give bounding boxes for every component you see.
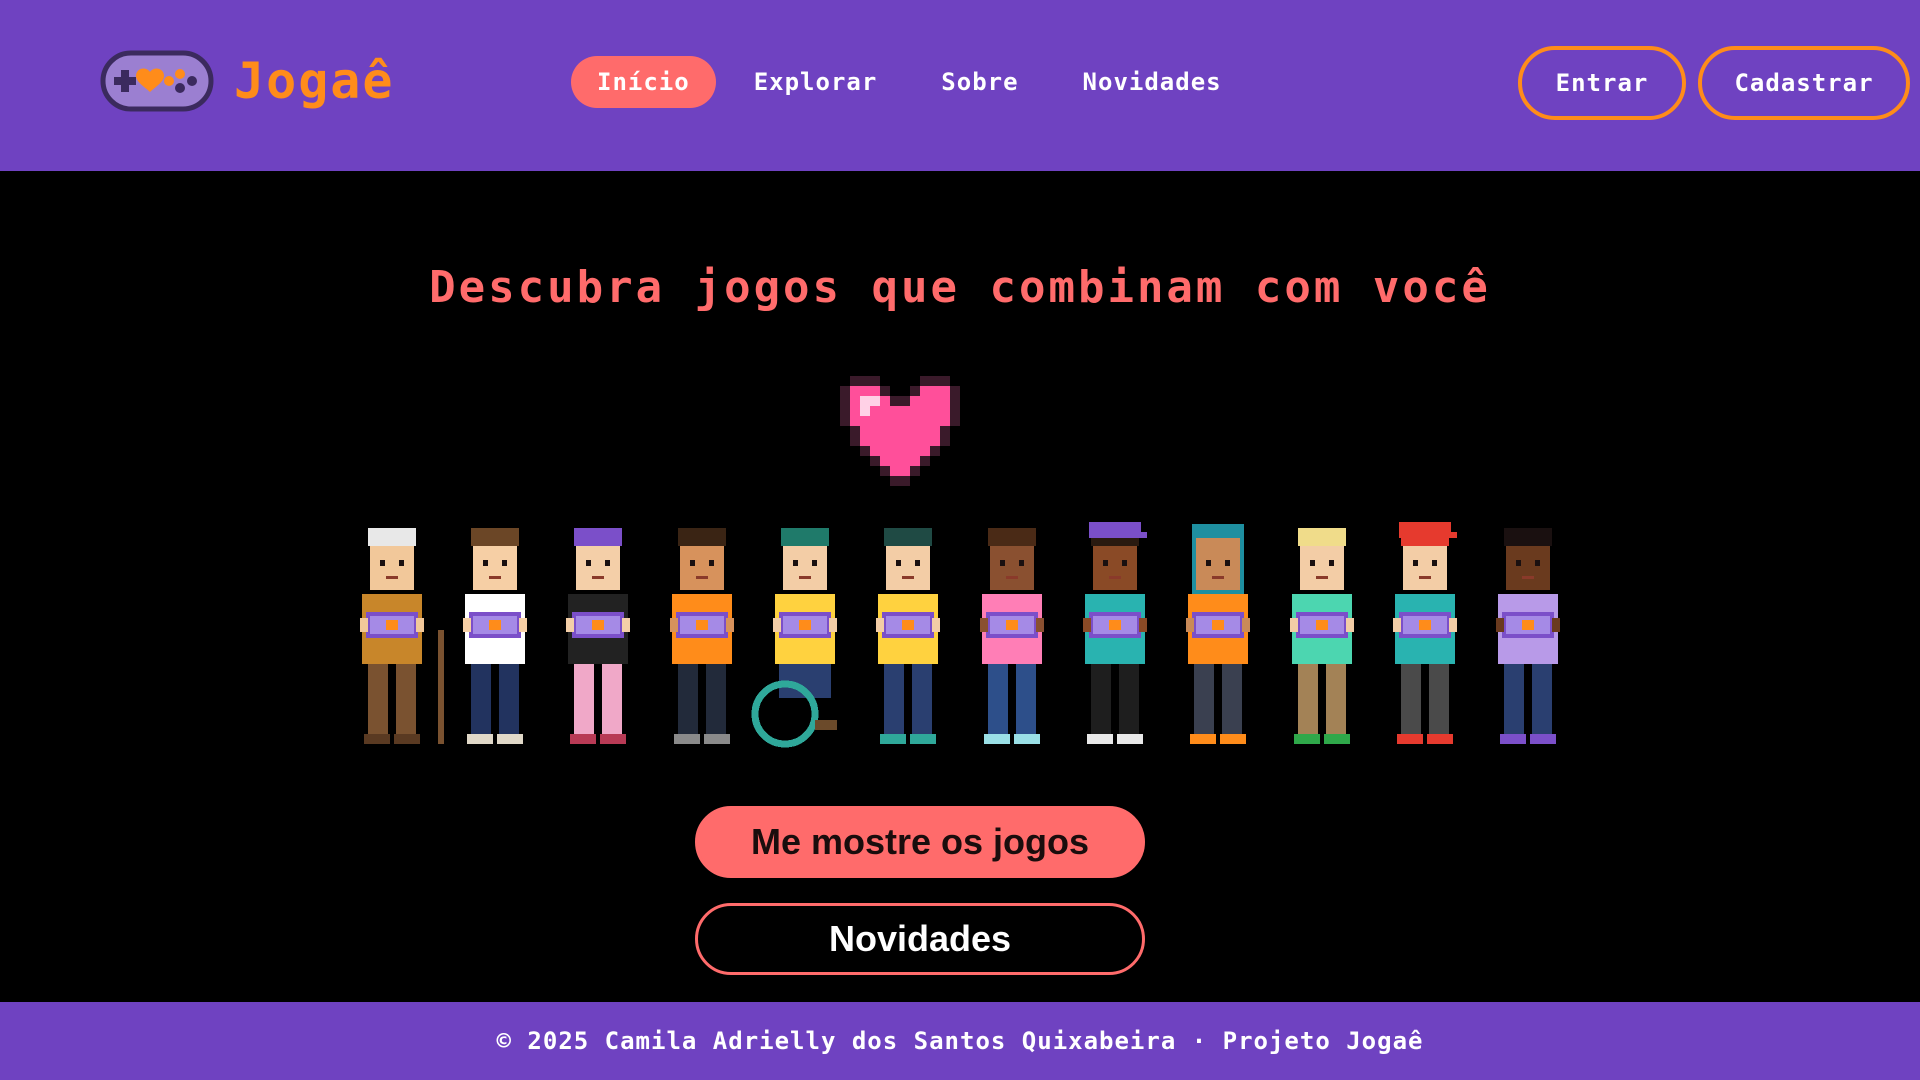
nav-item-sobre[interactable]: Sobre <box>915 56 1044 108</box>
news-button[interactable]: Novidades <box>695 903 1145 975</box>
footer: © 2025 Camila Adrielly dos Santos Quixab… <box>0 1002 1920 1080</box>
main-nav: Início Explorar Sobre Novidades <box>571 56 1254 108</box>
top-navbar: Jogaê Início Explorar Sobre Novidades En… <box>0 0 1920 171</box>
pixel-character <box>751 528 837 748</box>
gamepad-heart-icon <box>100 50 214 112</box>
nav-item-novidades[interactable]: Novidades <box>1057 56 1248 108</box>
logo-text: Jogaê <box>234 52 395 110</box>
pixel-character <box>463 528 527 744</box>
pixel-characters-illustration <box>360 522 1560 748</box>
pixel-character <box>980 528 1044 744</box>
pixel-character <box>360 528 424 744</box>
walking-cane <box>438 630 444 744</box>
login-button[interactable]: Entrar <box>1518 46 1686 120</box>
pixel-character <box>1290 528 1354 744</box>
nav-item-inicio[interactable]: Início <box>571 56 716 108</box>
pixel-character <box>1083 522 1147 744</box>
nav-item-explorar[interactable]: Explorar <box>728 56 904 108</box>
pixel-character <box>1186 524 1250 744</box>
auth-buttons: Entrar Cadastrar <box>1518 46 1910 120</box>
show-games-button[interactable]: Me mostre os jogos <box>695 806 1145 878</box>
pixel-character <box>566 528 630 744</box>
logo[interactable]: Jogaê <box>100 50 395 112</box>
pixel-character <box>876 528 940 744</box>
hero-title: Descubra jogos que combinam com você <box>429 262 1491 313</box>
pixel-character <box>1496 528 1560 744</box>
pixel-heart-icon <box>840 376 960 486</box>
pixel-character <box>670 528 734 744</box>
footer-credit: © 2025 Camila Adrielly dos Santos Quixab… <box>496 1027 1424 1055</box>
pixel-character <box>1393 522 1457 744</box>
signup-button[interactable]: Cadastrar <box>1698 46 1910 120</box>
